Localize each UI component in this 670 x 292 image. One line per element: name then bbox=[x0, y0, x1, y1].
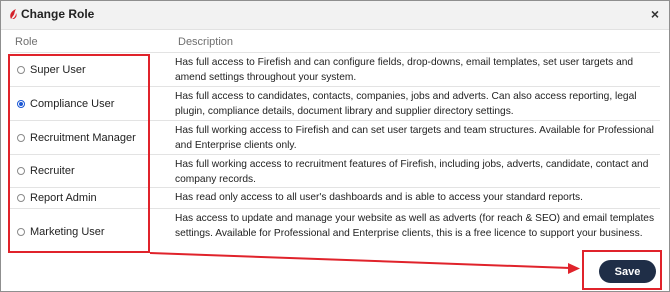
column-header-description: Description bbox=[178, 36, 234, 48]
role-description: Has access to update and manage your web… bbox=[175, 213, 655, 239]
dialog-title: Change Role bbox=[21, 7, 95, 21]
role-label[interactable]: Super User bbox=[30, 64, 86, 76]
role-row-compliance-user[interactable]: Compliance User Has full access to candi… bbox=[10, 87, 660, 121]
radio-super-user[interactable] bbox=[17, 65, 25, 74]
role-label[interactable]: Recruiter bbox=[30, 165, 75, 177]
column-header-role: Role bbox=[15, 36, 38, 48]
role-row-report-admin[interactable]: Report Admin Has read only access to all… bbox=[10, 188, 660, 209]
firefish-logo-icon bbox=[10, 9, 17, 19]
role-description: Has full access to candidates, contacts,… bbox=[175, 91, 637, 117]
role-description: Has full access to Firefish and can conf… bbox=[175, 57, 634, 83]
radio-marketing-user[interactable] bbox=[17, 228, 25, 236]
close-button[interactable]: × bbox=[651, 5, 659, 23]
role-row-recruitment-manager[interactable]: Recruitment Manager Has full working acc… bbox=[10, 121, 660, 155]
radio-compliance-user[interactable] bbox=[17, 99, 25, 108]
role-row-marketing-user[interactable]: Marketing User Has access to update and … bbox=[10, 209, 660, 255]
change-role-dialog: Change Role × Role Description Super Use… bbox=[0, 0, 670, 292]
table-header: Role Description bbox=[10, 32, 660, 53]
role-row-super-user[interactable]: Super User Has full access to Firefish a… bbox=[10, 53, 660, 87]
role-label[interactable]: Compliance User bbox=[30, 98, 114, 110]
role-label[interactable]: Recruitment Manager bbox=[30, 132, 136, 144]
dialog-titlebar: Change Role × bbox=[1, 1, 669, 30]
role-description: Has full working access to recruitment f… bbox=[175, 159, 649, 185]
radio-recruiter[interactable] bbox=[17, 167, 25, 175]
role-description: Has read only access to all user's dashb… bbox=[175, 192, 583, 203]
radio-report-admin[interactable] bbox=[17, 194, 25, 202]
role-row-recruiter[interactable]: Recruiter Has full working access to rec… bbox=[10, 155, 660, 188]
radio-recruitment-manager[interactable] bbox=[17, 133, 25, 142]
role-label[interactable]: Marketing User bbox=[30, 226, 105, 238]
role-description: Has full working access to Firefish and … bbox=[175, 125, 654, 151]
role-label[interactable]: Report Admin bbox=[30, 192, 97, 204]
save-button[interactable]: Save bbox=[599, 260, 656, 283]
